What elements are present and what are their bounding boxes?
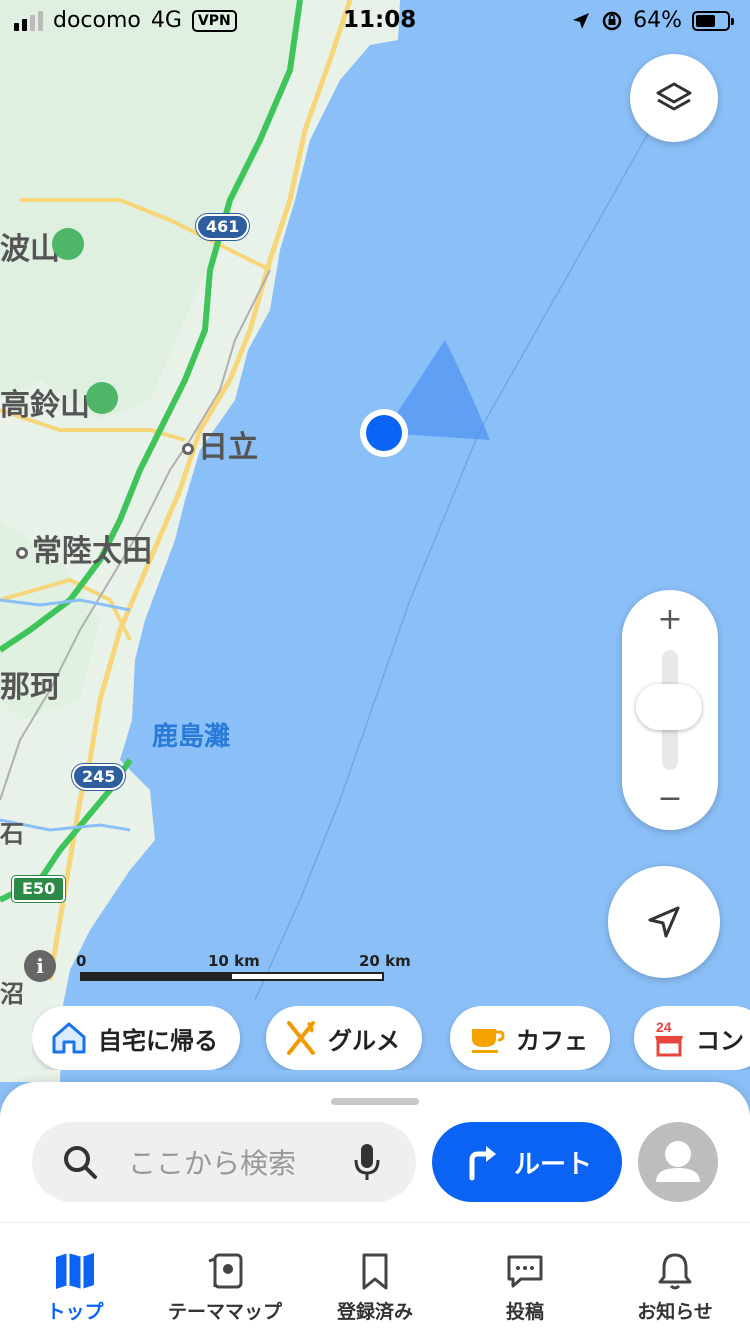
- navigation-arrow-icon: [648, 906, 680, 938]
- chip-convenience-store[interactable]: 24 コン: [634, 1006, 750, 1070]
- current-location-button[interactable]: [608, 866, 720, 978]
- rotation-lock-icon: [602, 11, 622, 30]
- status-time: 11:08: [343, 7, 417, 33]
- chip-label: 自宅に帰る: [98, 1026, 218, 1055]
- signal-icon: [14, 10, 43, 31]
- fork-knife-icon: [287, 1021, 315, 1055]
- user-silhouette-icon: [656, 1141, 700, 1182]
- location-services-icon: [573, 12, 590, 29]
- route-button[interactable]: ルート: [432, 1122, 622, 1202]
- layers-button[interactable]: [630, 54, 718, 142]
- bottom-sheet: ここから検索 ルート: [0, 1082, 750, 1222]
- tab-bar: トップ テーママップ 登録済み 投稿 お知らせ: [0, 1222, 750, 1334]
- route-shield-461: 461: [196, 214, 250, 240]
- chip-cafe[interactable]: カフェ: [450, 1006, 610, 1070]
- tab-label: 投稿: [505, 1301, 544, 1323]
- avatar[interactable]: [638, 1122, 718, 1202]
- bookmark-icon: [362, 1253, 388, 1290]
- info-icon[interactable]: i: [24, 950, 56, 982]
- zoom-control: + −: [622, 590, 718, 830]
- convenience-store-icon: 24: [655, 1019, 683, 1057]
- tab-label: テーママップ: [167, 1301, 282, 1323]
- chip-label: グルメ: [328, 1026, 400, 1055]
- zoom-in-button[interactable]: +: [622, 602, 718, 637]
- vpn-badge: VPN: [191, 9, 237, 32]
- scale-label-mid: 10 km: [208, 952, 260, 970]
- map-label-naka: 那珂: [0, 670, 60, 705]
- city-dot-icon: [182, 442, 194, 455]
- carrier-name: docomo: [53, 8, 141, 33]
- map-label-ishi: 石: [0, 820, 24, 848]
- search-icon: [64, 1146, 97, 1179]
- zoom-out-button[interactable]: −: [622, 781, 718, 816]
- chip-home[interactable]: 自宅に帰る: [32, 1006, 240, 1070]
- quick-category-chips: 自宅に帰る グルメ カフェ 24 コン: [32, 1006, 750, 1070]
- bell-icon: [658, 1253, 692, 1290]
- status-left: docomo 4G VPN: [14, 8, 237, 33]
- route-shield-e50: E50: [12, 876, 66, 902]
- network-type: 4G: [150, 8, 182, 33]
- tab-notifications[interactable]: お知らせ: [600, 1223, 750, 1334]
- tab-label: トップ: [46, 1301, 104, 1323]
- chip-label: カフェ: [516, 1026, 588, 1055]
- theme-map-icon: [208, 1253, 243, 1289]
- layers-icon: [656, 82, 692, 111]
- chip-gourmet[interactable]: グルメ: [266, 1006, 422, 1070]
- home-icon: [52, 1022, 86, 1054]
- scale-label-max: 20 km: [359, 952, 411, 970]
- tab-theme-map[interactable]: テーママップ: [150, 1223, 300, 1334]
- map-label-kashimanada: 鹿島灘: [152, 722, 231, 752]
- tab-label: 登録済み: [336, 1301, 413, 1323]
- current-location-dot: [366, 415, 402, 451]
- cup-icon: [472, 1029, 505, 1053]
- city-dot-icon: [16, 546, 28, 559]
- svg-text:24: 24: [656, 1019, 672, 1035]
- turn-right-arrow-icon: [469, 1146, 496, 1181]
- map-label-numa: 沼: [0, 980, 24, 1008]
- tab-post[interactable]: 投稿: [450, 1223, 600, 1334]
- search-placeholder: ここから検索: [128, 1147, 297, 1180]
- chat-bubble-icon: [507, 1255, 543, 1288]
- battery-percent: 64%: [633, 8, 682, 33]
- status-bar: docomo 4G VPN 11:08 64%: [0, 0, 750, 42]
- tab-label: お知らせ: [637, 1301, 713, 1323]
- battery-icon: [692, 10, 734, 31]
- battery-fill: [696, 14, 716, 27]
- city-name: 日立: [198, 430, 258, 465]
- map-icon: [56, 1253, 94, 1289]
- tab-top[interactable]: トップ: [0, 1223, 150, 1334]
- scale-label-zero: 0: [76, 952, 87, 970]
- search-input[interactable]: ここから検索: [32, 1122, 416, 1202]
- map-label-city-hitachiota: 常陸太田: [16, 526, 152, 570]
- status-right: 64%: [571, 8, 734, 33]
- zoom-slider-handle[interactable]: [636, 684, 702, 730]
- city-name: 常陸太田: [32, 534, 152, 569]
- mountain-icon: [86, 382, 118, 414]
- mountain-icon: [52, 228, 84, 260]
- map-label-mountain-1: 波山: [0, 232, 60, 267]
- map-label-mountain-2: 高鈴山: [0, 388, 90, 423]
- sheet-grabber[interactable]: [331, 1098, 419, 1105]
- scale-bar: [80, 972, 384, 981]
- chip-label: コン: [696, 1026, 744, 1055]
- route-button-label: ルート: [513, 1149, 592, 1180]
- microphone-icon[interactable]: [352, 1142, 382, 1182]
- route-shield-245: 245: [72, 764, 126, 790]
- map-label-city-hitachi: 日立: [182, 422, 258, 466]
- tab-saved[interactable]: 登録済み: [300, 1223, 450, 1334]
